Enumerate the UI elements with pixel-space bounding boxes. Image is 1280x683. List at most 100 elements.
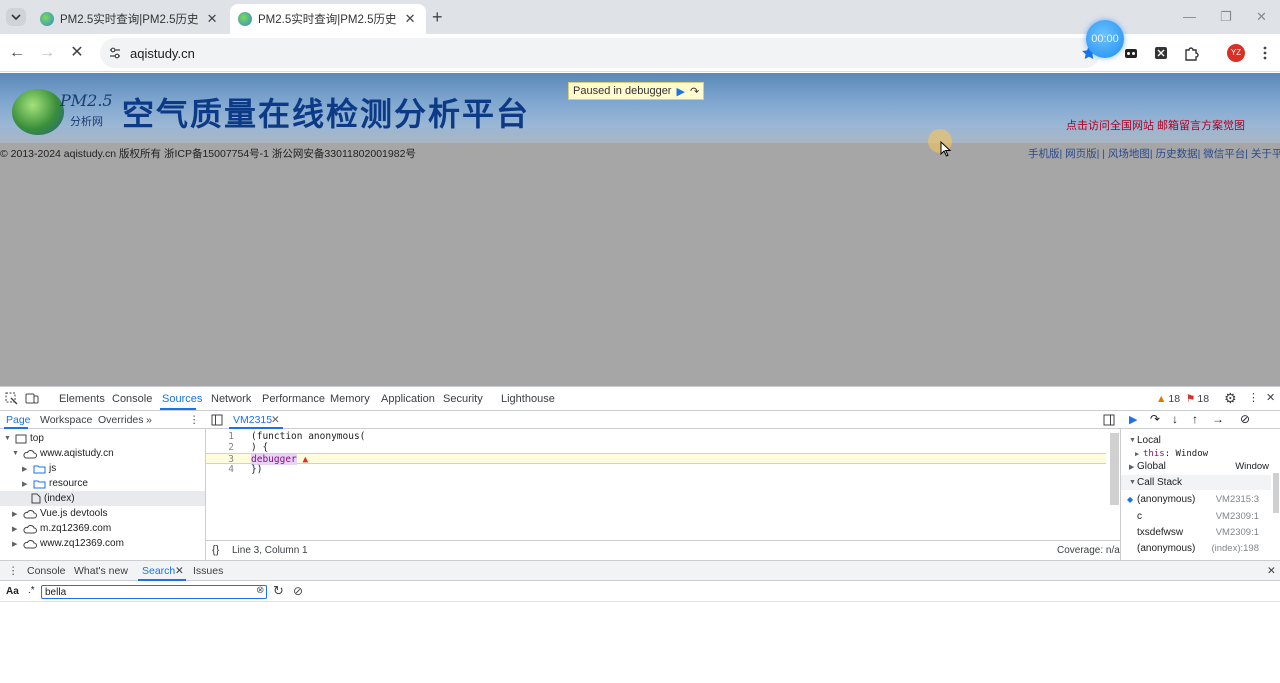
close-icon[interactable]: ✕ xyxy=(204,11,220,27)
devtools-tab-console[interactable]: Console xyxy=(112,393,152,405)
clear-search-icon[interactable]: ⊗ xyxy=(256,585,264,596)
puzzle-icon[interactable] xyxy=(1182,44,1200,62)
devtools-tab-sources[interactable]: Sources xyxy=(162,393,202,405)
file-tab-vm2315[interactable]: VM2315 xyxy=(233,414,272,426)
devtools-tab-security[interactable]: Security xyxy=(443,393,483,405)
excel-extension-icon[interactable] xyxy=(1152,44,1170,62)
more-tabs-icon[interactable]: » xyxy=(146,414,152,426)
toggle-debugger-icon[interactable] xyxy=(1103,414,1115,426)
tree-item-www-zq12369[interactable]: ▶ www.zq12369.com xyxy=(12,536,124,551)
call-stack-label: Call Stack xyxy=(1137,477,1183,488)
site-info-icon[interactable] xyxy=(108,46,122,60)
footer-links[interactable]: 手机版| 网页版| | 风场地图| 历史数据| 微信平台| 关于平台 xyxy=(1028,146,1280,161)
step-out-icon[interactable]: ↑ xyxy=(1192,412,1198,426)
close-icon[interactable]: ✕ xyxy=(402,11,418,27)
close-file-tab-icon[interactable]: ✕ xyxy=(271,414,280,426)
drawer-tab-whats-new[interactable]: What's new xyxy=(74,565,128,577)
navigator-tab-page[interactable]: Page xyxy=(6,414,31,426)
deactivate-breakpoints-icon[interactable]: ⊘ xyxy=(1240,412,1250,426)
devtools-tab-performance[interactable]: Performance xyxy=(262,393,325,405)
frame-location: VM2315:3 xyxy=(1215,494,1259,505)
call-stack-header[interactable]: ▼ Call Stack xyxy=(1121,475,1271,490)
recording-timer[interactable]: 00:00 xyxy=(1086,20,1124,58)
globe-logo-icon xyxy=(12,89,64,135)
pretty-print-icon[interactable]: {} xyxy=(212,544,219,556)
step-over-icon[interactable]: ↷ xyxy=(690,85,699,98)
tree-item-js[interactable]: ▶ js xyxy=(22,461,56,476)
editor-tabbar: VM2315 ✕ xyxy=(205,411,1120,429)
new-tab-button[interactable]: + xyxy=(432,8,443,26)
devtools-menu-icon[interactable]: ⋮ xyxy=(1248,391,1259,404)
tree-item-aqistudy[interactable]: ▼ www.aqistudy.cn xyxy=(12,446,114,461)
code-line: 2 ) { xyxy=(206,442,1106,453)
inspect-element-icon[interactable] xyxy=(5,392,18,405)
site-logo[interactable]: PM2.5 分析网 xyxy=(10,83,120,139)
resume-icon[interactable]: ▶︎ xyxy=(676,85,684,98)
scope-colon: : xyxy=(1164,448,1176,459)
tree-item-index[interactable]: (index) xyxy=(0,491,205,506)
close-window-icon[interactable]: ✕ xyxy=(1256,9,1267,25)
menu-kebab-icon[interactable] xyxy=(1256,44,1274,62)
code-editor[interactable]: 1 (function anonymous( 2 ) { 3 debugger … xyxy=(205,429,1120,540)
close-devtools-icon[interactable]: ✕ xyxy=(1266,391,1275,404)
restore-icon[interactable]: ❐ xyxy=(1220,9,1232,25)
navigator-tab-workspace[interactable]: Workspace xyxy=(40,414,92,426)
match-case-toggle[interactable]: Aa xyxy=(6,586,19,597)
browser-tab-2[interactable]: PM2.5实时查询|PM2.5历史数据 ✕ xyxy=(230,4,426,34)
step-into-icon[interactable]: ↓ xyxy=(1172,412,1178,426)
close-search-tab-icon[interactable]: ✕ xyxy=(175,565,184,577)
regex-toggle[interactable]: .* xyxy=(28,585,35,596)
settings-gear-icon[interactable]: ⚙ xyxy=(1224,390,1237,407)
tree-item-top[interactable]: ▼ top xyxy=(4,431,44,446)
drawer-tab-search[interactable]: Search xyxy=(142,565,175,577)
call-frame[interactable]: (anonymous) (index):198 xyxy=(1121,541,1271,556)
header-links[interactable]: 点击访问全国网站 邮箱留言方案觉图 xyxy=(1066,117,1245,133)
editor-scrollbar[interactable] xyxy=(1110,433,1119,505)
devtools-tab-lighthouse[interactable]: Lighthouse xyxy=(501,393,555,405)
devtools-tab-memory[interactable]: Memory xyxy=(330,393,370,405)
back-arrow-icon[interactable]: ← xyxy=(7,43,27,63)
frame-function: txsdefwsw xyxy=(1137,527,1184,538)
drawer-tab-issues[interactable]: Issues xyxy=(193,565,223,577)
errors-badge[interactable]: ⚑ 18 xyxy=(1186,393,1209,405)
call-frame[interactable]: c VM2309:1 xyxy=(1121,509,1271,524)
resume-icon[interactable]: ▶︎ xyxy=(1129,413,1137,426)
step-icon[interactable]: → xyxy=(1212,412,1224,426)
tree-item-m-zq12369[interactable]: ▶ m.zq12369.com xyxy=(12,521,111,536)
clear-results-icon[interactable]: ⊘ xyxy=(293,584,303,598)
refresh-icon[interactable]: ↻ xyxy=(273,583,284,599)
warnings-badge[interactable]: ▲ 18 xyxy=(1156,393,1180,405)
scope-label: Local xyxy=(1137,435,1161,446)
address-bar[interactable]: aqistudy.cn xyxy=(100,38,1100,68)
minimize-icon[interactable]: — xyxy=(1183,9,1196,24)
tab-search-dropdown[interactable] xyxy=(6,8,26,26)
navigator-menu-icon[interactable]: ⋮ xyxy=(189,414,200,426)
browser-tab-1[interactable]: PM2.5实时查询|PM2.5历史数据 ✕ xyxy=(32,4,228,34)
scope-global[interactable]: ▶ Global Window xyxy=(1121,459,1277,474)
stop-loading-icon[interactable]: ✕ xyxy=(67,43,87,63)
tree-item-vue-devtools[interactable]: ▶ Vue.js devtools xyxy=(12,506,107,521)
devtools-tab-elements[interactable]: Elements xyxy=(59,393,105,405)
toggle-navigator-icon[interactable] xyxy=(211,414,223,426)
drawer-tab-console[interactable]: Console xyxy=(27,565,66,577)
drawer-menu-icon[interactable]: ⋮ xyxy=(8,565,19,577)
frame-location: VM2309:1 xyxy=(1215,527,1259,538)
cloud-icon xyxy=(23,509,37,518)
devtools-tab-network[interactable]: Network xyxy=(211,393,251,405)
search-input[interactable] xyxy=(41,585,267,599)
warnings-count: 18 xyxy=(1168,393,1181,405)
step-over-icon[interactable]: ↷ xyxy=(1150,412,1160,426)
call-frame[interactable]: txsdefwsw VM2309:1 xyxy=(1121,525,1271,540)
avatar[interactable]: YZ xyxy=(1227,44,1245,62)
debugger-scrollbar[interactable] xyxy=(1273,473,1279,513)
mouse-cursor-icon xyxy=(940,141,952,157)
tree-item-resource[interactable]: ▶ resource xyxy=(22,476,88,491)
close-drawer-icon[interactable]: ✕ xyxy=(1267,565,1276,577)
extension-icon[interactable] xyxy=(1122,44,1140,62)
scope-value: Window xyxy=(1235,461,1269,472)
devtools-tab-application[interactable]: Application xyxy=(381,393,435,405)
device-toolbar-icon[interactable] xyxy=(25,392,39,405)
navigator-tab-overrides[interactable]: Overrides xyxy=(98,414,144,426)
forward-arrow-icon[interactable]: → xyxy=(37,43,57,63)
call-frame[interactable]: ◆ (anonymous) VM2315:3 xyxy=(1121,492,1271,507)
